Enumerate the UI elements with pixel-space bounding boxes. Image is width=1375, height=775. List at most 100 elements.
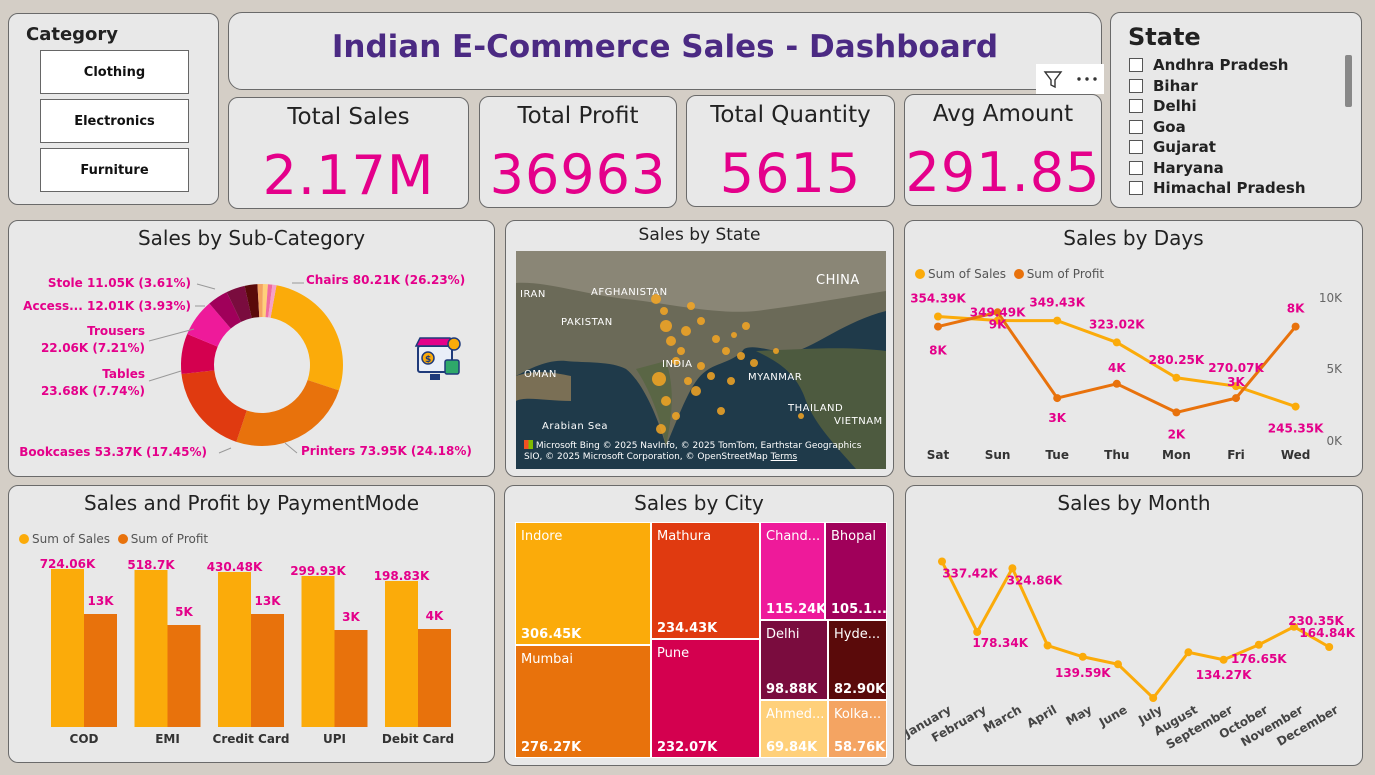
- treemap-tile[interactable]: Chand... 115.24K: [760, 522, 826, 620]
- checkbox[interactable]: [1129, 181, 1143, 196]
- map-place-label: OMAN: [524, 369, 557, 380]
- tile-city-label: Ahmed...: [766, 707, 825, 722]
- sales-bar[interactable]: [385, 581, 418, 727]
- month-data-label: 134.27K: [1196, 668, 1252, 682]
- tile-value-label: 58.76K: [834, 740, 886, 755]
- checkbox[interactable]: [1129, 58, 1143, 73]
- state-item[interactable]: Delhi: [1129, 96, 1339, 117]
- sales-point[interactable]: [1219, 655, 1228, 664]
- sales-point[interactable]: [1291, 402, 1300, 411]
- sales-line[interactable]: [940, 560, 1330, 701]
- state-item[interactable]: Andhra Pradesh: [1129, 55, 1339, 76]
- more-options-icon[interactable]: [1074, 68, 1100, 90]
- profit-point[interactable]: [1053, 394, 1062, 403]
- slice-label: Printers 73.95K (24.18%): [301, 444, 472, 458]
- map-canvas[interactable]: AFGHANISTAN PAKISTAN CHINA IRAN INDIA OMAN MYA…: [516, 251, 886, 469]
- treemap-tile[interactable]: Bhopal 105.1...: [825, 522, 887, 620]
- city-treemap-card: Sales by City Indore 306.45K Mumbai 276.27K…: [504, 485, 894, 766]
- state-item[interactable]: Goa: [1129, 117, 1339, 138]
- treemap-tile[interactable]: Hyde... 82.90K: [828, 620, 887, 700]
- sales-point[interactable]: [1149, 694, 1158, 702]
- treemap-tile[interactable]: Delhi 98.88K: [760, 620, 828, 700]
- state-item[interactable]: Bihar: [1129, 76, 1339, 97]
- terms-link[interactable]: Terms: [771, 452, 798, 462]
- kpi-avg-amount: Avg Amount 291.85: [904, 94, 1102, 206]
- state-item[interactable]: Himachal Pradesh: [1129, 178, 1339, 199]
- treemap-tile[interactable]: Mathura 234.43K: [651, 522, 760, 639]
- x-tick-label: March: [981, 702, 1024, 735]
- tile-value-label: 232.07K: [657, 740, 718, 755]
- tile-value-label: 276.27K: [521, 740, 582, 755]
- sales-point[interactable]: [1053, 316, 1062, 325]
- profit-data-label: 4K: [1108, 361, 1126, 375]
- state-label: Bihar: [1153, 76, 1198, 95]
- profit-data-label: 2K: [1168, 427, 1186, 441]
- x-tick-label: Debit Card: [382, 732, 454, 746]
- state-label: Andhra Pradesh: [1153, 56, 1289, 75]
- tile-city-label: Pune: [657, 646, 690, 661]
- category-button-clothing[interactable]: Clothing: [40, 50, 189, 94]
- profit-bar[interactable]: [418, 629, 451, 727]
- profit-point[interactable]: [1172, 408, 1181, 417]
- profit-bar[interactable]: [334, 630, 368, 727]
- x-tick-label: Sun: [985, 448, 1011, 462]
- sales-data-label: 245.35K: [1268, 422, 1324, 436]
- profit-bar[interactable]: [251, 614, 284, 727]
- map-place-label: CHINA: [816, 273, 860, 288]
- tile-value-label: 234.43K: [657, 621, 718, 636]
- sales-bar[interactable]: [218, 572, 251, 727]
- donut-slice[interactable]: [181, 370, 247, 442]
- sales-point[interactable]: [1008, 564, 1017, 573]
- profit-point[interactable]: [934, 322, 942, 331]
- sales-point[interactable]: [1112, 338, 1121, 347]
- month-chart: 337.42KJanuary178.34KFebruary324.86KMarc…: [906, 557, 1356, 752]
- subcategory-donut-card: Sales by Sub-Category Chairs 80.21K (26.…: [8, 220, 495, 477]
- checkbox[interactable]: [1129, 160, 1143, 175]
- sales-point[interactable]: [1043, 641, 1052, 650]
- map-attribution: Microsoft Bing © 2025 NavInfo, © 2025 To…: [524, 440, 880, 463]
- x-tick-label: Fri: [1227, 448, 1244, 462]
- leader-line: [284, 442, 298, 454]
- state-label: Himachal Pradesh: [1153, 179, 1306, 198]
- sales-point[interactable]: [1184, 648, 1193, 657]
- treemap-tile[interactable]: Pune 232.07K: [651, 639, 760, 758]
- treemap-tile[interactable]: Kolka... 58.76K: [828, 700, 887, 758]
- state-scrollbar[interactable]: [1345, 55, 1352, 107]
- state-item[interactable]: Gujarat: [1129, 137, 1339, 158]
- filter-icon[interactable]: [1041, 68, 1065, 90]
- treemap-tile[interactable]: Ahmed... 69.84K: [760, 700, 828, 758]
- checkbox[interactable]: [1129, 99, 1143, 114]
- sales-point[interactable]: [1078, 652, 1087, 661]
- state-item[interactable]: Haryana: [1129, 158, 1339, 179]
- category-button-electronics[interactable]: Electronics: [40, 99, 189, 143]
- profit-point[interactable]: [1232, 394, 1240, 403]
- donut-slice[interactable]: [270, 285, 343, 391]
- donut-slice[interactable]: [236, 380, 339, 446]
- profit-bar[interactable]: [84, 614, 117, 727]
- sales-bar[interactable]: [51, 569, 84, 727]
- sales-point[interactable]: [934, 312, 942, 321]
- profit-data-label: 4K: [426, 609, 444, 623]
- sales-point[interactable]: [1254, 640, 1263, 649]
- x-tick-label: Thu: [1104, 448, 1129, 462]
- sales-point[interactable]: [973, 628, 982, 636]
- profit-point[interactable]: [1291, 322, 1300, 331]
- checkbox[interactable]: [1129, 78, 1143, 93]
- tile-city-label: Mathura: [657, 529, 712, 544]
- profit-data-label: 5K: [175, 605, 193, 619]
- sales-point[interactable]: [1114, 660, 1122, 669]
- profit-bar[interactable]: [167, 625, 201, 727]
- sales-point[interactable]: [1172, 373, 1181, 382]
- treemap-tile[interactable]: Mumbai 276.27K: [515, 645, 651, 758]
- checkbox[interactable]: [1129, 119, 1143, 134]
- treemap-tile[interactable]: Indore 306.45K: [515, 522, 651, 645]
- category-button-furniture[interactable]: Furniture: [40, 148, 189, 192]
- checkbox[interactable]: [1129, 140, 1143, 155]
- sales-point[interactable]: [1325, 643, 1334, 651]
- sales-bar[interactable]: [134, 570, 168, 727]
- profit-point[interactable]: [1112, 379, 1121, 388]
- tile-value-label: 82.90K: [834, 682, 886, 697]
- sales-bar[interactable]: [301, 576, 335, 727]
- tile-value-label: 98.88K: [766, 682, 818, 697]
- sales-point[interactable]: [938, 557, 946, 566]
